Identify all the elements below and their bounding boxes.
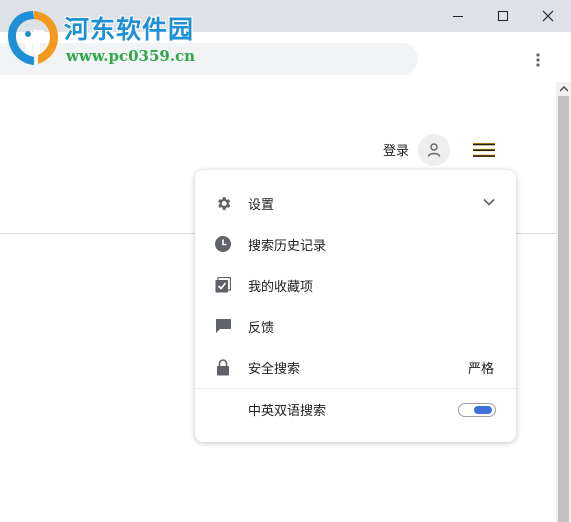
menu-item-label: 反馈 bbox=[248, 321, 275, 336]
more-vert-icon bbox=[536, 53, 540, 67]
login-link[interactable]: 登录 bbox=[383, 140, 409, 159]
close-window-button[interactable] bbox=[526, 0, 570, 32]
menu-item-label: 搜索历史记录 bbox=[248, 239, 327, 254]
browser-menu-button[interactable] bbox=[524, 46, 552, 74]
menu-item-feedback[interactable]: 反馈 bbox=[195, 305, 516, 346]
menu-item-settings[interactable]: 设置 bbox=[195, 182, 516, 223]
safe-search-level: 严格 bbox=[467, 362, 494, 377]
maximize-icon bbox=[498, 11, 508, 21]
menu-item-label: 安全搜索 bbox=[248, 362, 301, 377]
gear-icon bbox=[214, 194, 232, 212]
lock-icon bbox=[214, 358, 232, 376]
menu-item-label: 设置 bbox=[248, 198, 275, 213]
hamburger-icon bbox=[473, 143, 495, 157]
menu-item-bilingual-search[interactable]: 中英双语搜索 bbox=[195, 388, 516, 429]
toggle-knob bbox=[474, 406, 492, 414]
scroll-thumb[interactable] bbox=[558, 96, 569, 522]
menu-item-search-history[interactable]: 搜索历史记录 bbox=[195, 223, 516, 264]
vertical-scrollbar[interactable] bbox=[556, 82, 571, 522]
person-icon bbox=[427, 143, 441, 157]
scroll-up-button[interactable] bbox=[556, 82, 571, 96]
menu-item-favorites[interactable]: 我的收藏项 bbox=[195, 264, 516, 305]
menu-item-label: 我的收藏项 bbox=[248, 280, 314, 295]
watermark: 河东软件园 www.pc0359.cn bbox=[0, 0, 220, 72]
scroll-up-arrow-icon bbox=[559, 86, 568, 92]
minimize-button[interactable] bbox=[436, 0, 480, 32]
menu-button[interactable] bbox=[470, 138, 498, 162]
minimize-icon bbox=[453, 16, 463, 17]
watermark-logo-icon bbox=[8, 11, 58, 65]
bookmark-check-icon bbox=[214, 276, 232, 294]
avatar[interactable] bbox=[418, 134, 450, 166]
close-icon bbox=[542, 10, 554, 22]
chevron-down-icon[interactable] bbox=[481, 194, 497, 210]
bilingual-search-toggle[interactable] bbox=[458, 403, 496, 417]
maximize-button[interactable] bbox=[481, 0, 525, 32]
menu-item-safe-search[interactable]: 安全搜索 严格 bbox=[195, 346, 516, 387]
watermark-title: 河东软件园 bbox=[64, 15, 195, 44]
clock-icon bbox=[214, 235, 232, 253]
feedback-icon bbox=[214, 317, 232, 335]
menu-item-label: 中英双语搜索 bbox=[248, 404, 327, 419]
watermark-url: www.pc0359.cn bbox=[66, 47, 196, 65]
settings-menu: 设置 搜索历史记录 我的收藏项 反馈 安全搜索 严格 中英双语搜索 bbox=[195, 170, 516, 442]
